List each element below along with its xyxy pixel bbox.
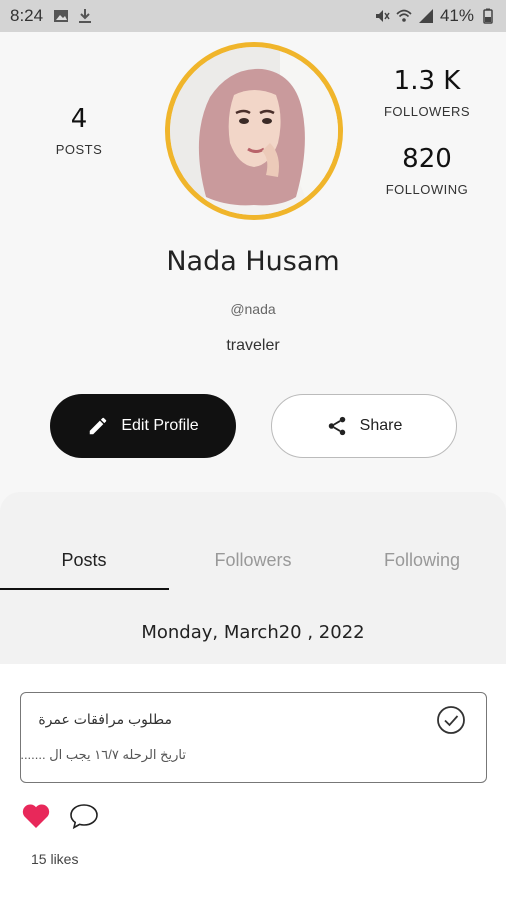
battery-percent: 41% [439,6,474,25]
status-time: 8:24 [10,6,44,25]
avatar-photo [170,47,338,215]
tab-followers[interactable]: Followers [169,550,337,571]
status-bar: 8:24 41% [0,0,506,32]
following-count: 820 [402,144,452,174]
battery-icon [483,8,493,24]
profile-header: 4 POSTS 1.3 K FOLLOWERS 820 FOLLOWING Na… [0,32,506,480]
feed: مطلوب مرافقات عمرة تاريخ الرحله ١٦/٧ يجب… [0,664,506,900]
comment-icon[interactable] [68,800,100,832]
tab-posts[interactable]: Posts [0,550,168,571]
share-label: Share [359,417,403,434]
profile-handle: @nada [230,301,276,317]
post-body: تاريخ الرحله ١٦/٧ يجب ال ....... [20,747,186,762]
followers-label: FOLLOWERS [383,104,471,119]
tab-following[interactable]: Following [338,550,506,571]
post-actions [20,800,100,832]
wifi-icon [396,9,412,22]
download-icon [77,8,93,24]
mute-icon [375,10,390,22]
followers-count: 1.3 K [393,66,461,96]
edit-profile-button[interactable]: Edit Profile [50,394,236,458]
posts-count: 4 [70,104,88,134]
active-tab-indicator [0,588,169,590]
share-button[interactable]: Share [271,394,457,458]
check-circle-icon[interactable] [436,705,466,735]
heart-icon[interactable] [20,800,52,832]
following-stat[interactable]: 820 FOLLOWING [372,144,482,197]
likes-count: 15 likes [31,851,79,867]
posts-label: POSTS [55,142,103,157]
followers-stat[interactable]: 1.3 K FOLLOWERS [372,66,482,119]
post-card[interactable]: مطلوب مرافقات عمرة تاريخ الرحله ١٦/٧ يجب… [20,692,487,783]
posts-stat[interactable]: 4 POSTS [42,104,116,157]
post-title: مطلوب مرافقات عمرة [38,711,172,727]
profile-name: Nada Husam [166,246,340,277]
pencil-icon [90,417,107,435]
profile-bio: traveler [226,337,280,354]
edit-profile-label: Edit Profile [121,417,199,434]
image-icon [53,8,69,24]
tabs-section: Posts Followers Following Monday, March2… [0,492,506,664]
avatar[interactable] [165,42,343,220]
signal-icon [418,9,433,23]
feed-date: Monday, March20 , 2022 [141,622,365,643]
share-icon [328,416,345,436]
following-label: FOLLOWING [385,182,469,197]
